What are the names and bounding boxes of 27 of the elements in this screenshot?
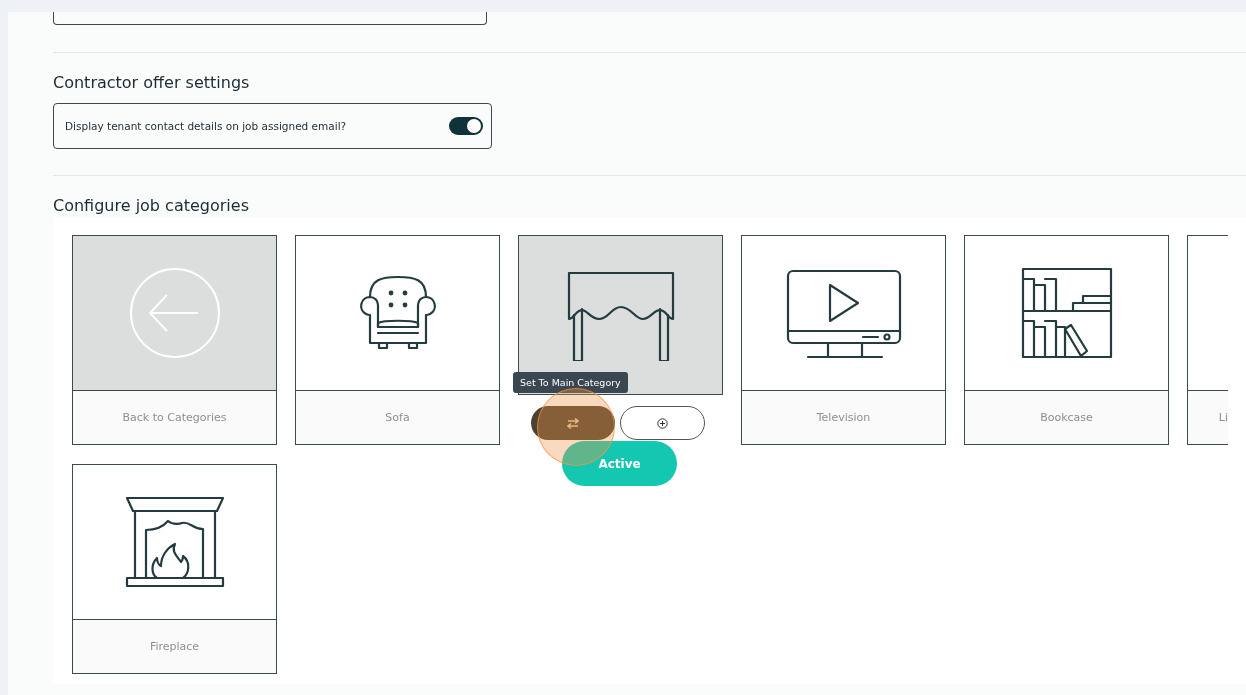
category-tile[interactable]: Fireplace <box>72 464 277 674</box>
section-heading: Contractor offer settings <box>53 73 251 93</box>
category-tile[interactable]: Li <box>1187 235 1228 445</box>
add-button[interactable] <box>620 406 705 440</box>
section-heading: Configure job categories <box>53 196 250 216</box>
category-tile[interactable]: Sofa <box>295 235 500 445</box>
active-button[interactable]: Active <box>562 441 677 486</box>
category-tile[interactable]: Television <box>741 235 946 445</box>
fireplace-icon <box>124 496 225 588</box>
tile-label: Fireplace <box>73 620 276 673</box>
tooltip: Set To Main Category <box>513 372 628 393</box>
toggle-switch[interactable] <box>449 117 483 135</box>
bookshelf-icon <box>1020 267 1113 359</box>
category-tile[interactable] <box>518 235 723 395</box>
swap-arrows-icon <box>567 417 579 429</box>
tile-label: Bookcase <box>965 391 1168 444</box>
tile-label: Sofa <box>296 391 499 444</box>
monitor-play-icon <box>785 267 902 359</box>
swap-button[interactable] <box>531 406 615 440</box>
category-tile[interactable]: Bookcase <box>964 235 1169 445</box>
option-label: Display tenant contact details on job assigned email? <box>65 120 347 132</box>
tile-label: Television <box>742 391 945 444</box>
category-tile[interactable]: Back to Categories <box>72 235 277 445</box>
tile-label: Li <box>1188 391 1228 444</box>
plus-circle-icon <box>657 417 668 429</box>
arrow-left-circle-icon <box>127 266 222 360</box>
tile-label: Back to Categories <box>73 391 276 444</box>
